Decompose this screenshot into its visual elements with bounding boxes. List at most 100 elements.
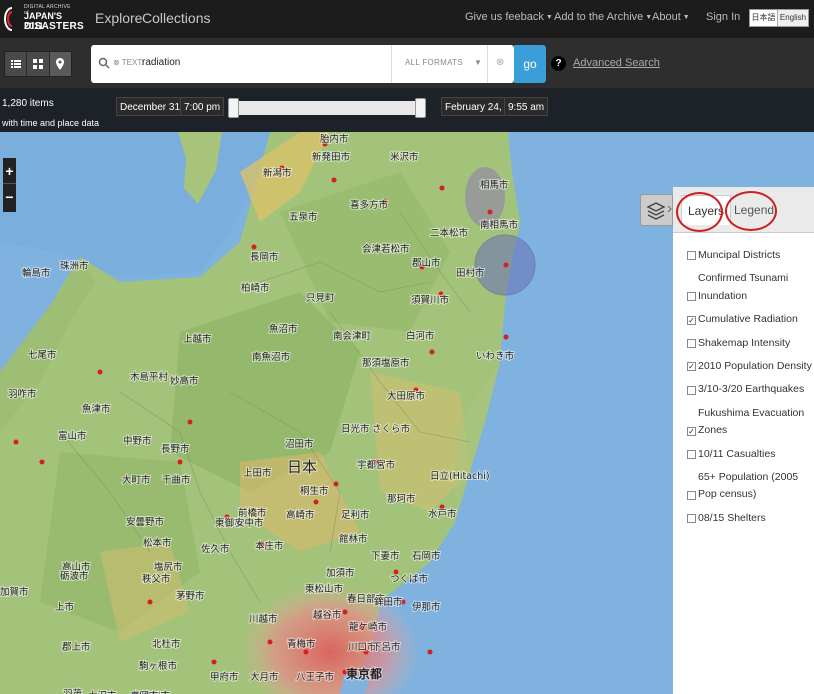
nav-feedback-menu[interactable]: Give us feeback ▼ bbox=[465, 11, 553, 23]
layer-label: Shakemap Intensity bbox=[698, 336, 791, 349]
go-button[interactable]: go bbox=[514, 45, 546, 83]
view-mode-switcher bbox=[4, 51, 72, 77]
search-filter-tag-label: TEXT: bbox=[121, 58, 144, 67]
nav-signin-link[interactable]: Sign In bbox=[706, 11, 740, 23]
layer-item[interactable]: 08/15 Shelters bbox=[687, 510, 812, 527]
lang-english-button[interactable]: English bbox=[778, 10, 808, 26]
format-select-value: ALL FORMATS bbox=[405, 58, 463, 67]
map-place-label: 魚沼市 bbox=[269, 323, 298, 335]
map-place-label: 輪島市 bbox=[22, 267, 51, 279]
timeline-slider-track[interactable] bbox=[228, 101, 426, 115]
map-place-label: 那珂市 bbox=[387, 493, 416, 505]
map-place-label: 八王子市 bbox=[296, 671, 335, 683]
layer-checkbox[interactable] bbox=[687, 292, 696, 302]
layer-label: 2010 Population Density bbox=[698, 360, 812, 373]
layer-checkbox[interactable] bbox=[687, 339, 696, 349]
map-place-label: 只見町 bbox=[306, 293, 335, 304]
top-navigation: DIGITAL ARCHIVE of JAPAN'S 2011 DISASTER… bbox=[0, 0, 814, 38]
map-place-label: 下呂市 bbox=[372, 641, 401, 653]
zoom-in-button[interactable]: + bbox=[3, 158, 16, 184]
map-zoom-control: + − bbox=[3, 158, 16, 212]
layer-checkbox[interactable] bbox=[687, 251, 696, 261]
layer-item[interactable]: ✓ Fukushima Evacuation Zones bbox=[687, 405, 812, 440]
map-place-label: 佐久市 bbox=[201, 543, 230, 555]
layer-item[interactable]: 3/10-3/20 Earthquakes bbox=[687, 381, 812, 398]
layers-toggle-button[interactable] bbox=[640, 194, 673, 226]
search-box: ⊗ TEXT: radiation ALL FORMATS ▼ ⊗ bbox=[91, 45, 514, 83]
map-place-label: 下妻市 bbox=[371, 550, 400, 562]
layer-item[interactable]: 10/11 Casualties bbox=[687, 446, 812, 463]
map-place-label: 大町市 bbox=[122, 474, 151, 486]
clear-search-icon[interactable]: ⊗ bbox=[496, 57, 504, 68]
help-icon[interactable]: ? bbox=[551, 56, 566, 71]
timeline-end-handle[interactable] bbox=[415, 98, 426, 118]
layer-checkbox[interactable] bbox=[687, 514, 696, 524]
layer-checkbox[interactable] bbox=[687, 490, 696, 500]
map-place-label: 砺波市 bbox=[60, 570, 89, 582]
map-place-label: 沼田市 bbox=[285, 438, 314, 450]
layer-item[interactable]: ✓ 2010 Population Density bbox=[687, 358, 812, 375]
layer-checkbox[interactable]: ✓ bbox=[687, 426, 696, 436]
map-place-label: 越谷市 bbox=[313, 609, 342, 621]
map-place-label: 足利市 bbox=[341, 509, 370, 521]
zoom-out-button[interactable]: − bbox=[3, 184, 16, 210]
layer-checkbox[interactable] bbox=[687, 450, 696, 460]
language-switcher: 日本語 English bbox=[749, 9, 809, 27]
layer-checkbox[interactable]: ✓ bbox=[687, 362, 696, 372]
map-place-label: 安中市 bbox=[235, 517, 264, 529]
map-place-label: 米沢市 bbox=[390, 151, 419, 163]
map-place-label: 日立(Hitachi) bbox=[430, 470, 490, 482]
map-place-label: 羽咋市 bbox=[8, 388, 37, 400]
annotation-circle-layers bbox=[676, 192, 723, 232]
nav-collections-link[interactable]: Collections bbox=[142, 10, 210, 26]
layer-item[interactable]: Muncipal Districts bbox=[687, 247, 812, 264]
advanced-search-link[interactable]: Advanced Search bbox=[573, 57, 660, 69]
layer-item[interactable]: ✓ Cumulative Radiation bbox=[687, 311, 812, 328]
map-place-label: 桐生市 bbox=[300, 485, 329, 497]
layer-item[interactable]: Shakemap Intensity bbox=[687, 335, 812, 352]
archive-logo[interactable]: DIGITAL ARCHIVE of JAPAN'S 2011 DISASTER… bbox=[0, 0, 84, 38]
map-place-label: 日本 bbox=[287, 458, 317, 476]
panel-tabs: Layers Legend bbox=[673, 187, 814, 233]
map-place-label: 安曇野市 bbox=[126, 516, 165, 528]
map-place-label: 松本市 bbox=[143, 537, 172, 549]
map-place-label: 富山市 bbox=[58, 430, 87, 442]
layer-item[interactable]: Confirmed Tsunami Inundation bbox=[687, 270, 812, 305]
layer-label: Cumulative Radiation bbox=[698, 313, 798, 326]
grid-view-icon[interactable] bbox=[27, 52, 50, 76]
layer-checkbox[interactable] bbox=[687, 385, 696, 395]
format-select[interactable]: ALL FORMATS ▼ bbox=[391, 45, 488, 83]
map-place-label: 高崎市 bbox=[286, 509, 315, 521]
map-place-label: 胎内市 bbox=[320, 133, 349, 145]
logo-ring-icon bbox=[4, 7, 13, 31]
nav-about-menu[interactable]: About ▼ bbox=[652, 11, 690, 23]
timeline-start-handle[interactable] bbox=[228, 98, 239, 118]
nav-explore-link[interactable]: Explore bbox=[95, 10, 142, 26]
list-view-icon[interactable] bbox=[5, 52, 28, 76]
map-place-label: 伊那市 bbox=[412, 601, 441, 613]
lang-japanese-button[interactable]: 日本語 bbox=[750, 10, 778, 26]
map-place-label: さくら市 bbox=[372, 423, 411, 435]
map-place-label: 喜多方市 bbox=[350, 199, 389, 211]
end-time[interactable]: 9:55 am bbox=[504, 97, 549, 116]
map-place-label: 駒ヶ根市 bbox=[139, 660, 178, 672]
annotation-circle-legend bbox=[725, 191, 777, 231]
results-subtitle: with time and place data bbox=[2, 118, 100, 128]
nav-add-menu[interactable]: Add to the Archive ▼ bbox=[554, 11, 652, 23]
layer-checkbox[interactable]: ✓ bbox=[687, 315, 696, 325]
layer-item[interactable]: 65+ Population (2005 Pop census) bbox=[687, 469, 812, 504]
map-place-label: 新発田市 bbox=[312, 151, 351, 163]
map-place-label: 大田原市 bbox=[387, 390, 426, 402]
map-place-label: 水戸市 bbox=[428, 508, 457, 520]
map-place-label: 会津若松市 bbox=[362, 243, 410, 255]
search-input[interactable]: radiation bbox=[142, 57, 180, 68]
search-filter-tag[interactable]: ⊗ TEXT: bbox=[113, 58, 144, 67]
start-time[interactable]: 7:00 pm bbox=[180, 97, 225, 116]
map-place-label: 相馬市 bbox=[480, 179, 509, 191]
map-place-label: 白河市 bbox=[406, 330, 435, 342]
map-place-label: 七尾市 bbox=[28, 349, 57, 361]
layer-label: Confirmed Tsunami Inundation bbox=[698, 272, 789, 302]
map-place-label: 南会津町 bbox=[333, 330, 372, 342]
map-view-pin-icon[interactable] bbox=[49, 52, 71, 76]
layer-label: 3/10-3/20 Earthquakes bbox=[698, 383, 805, 396]
